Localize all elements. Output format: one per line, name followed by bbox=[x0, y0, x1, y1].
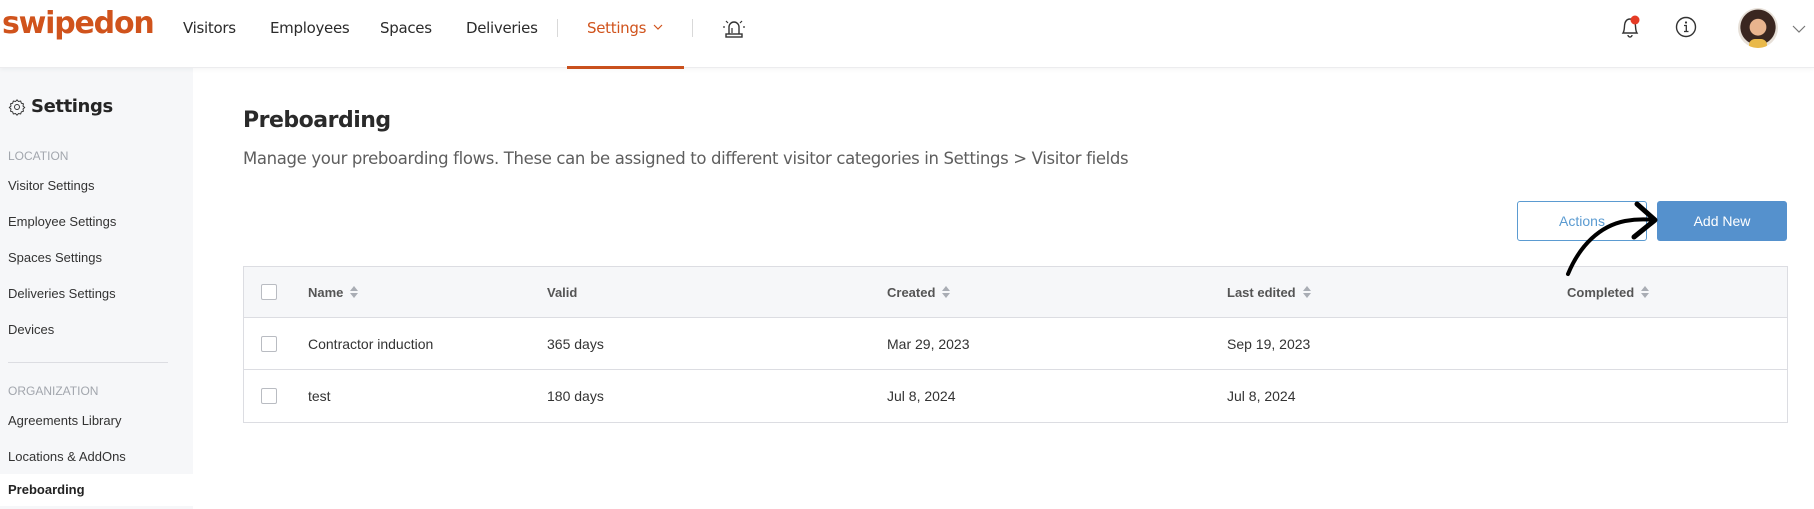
sidebar-item-visitor-settings[interactable]: Visitor Settings bbox=[8, 178, 94, 193]
column-label: Completed bbox=[1567, 284, 1635, 300]
column-label: Created bbox=[887, 284, 936, 300]
page-description: Manage your preboarding flows. These can… bbox=[243, 149, 1129, 168]
row-checkbox[interactable] bbox=[261, 335, 277, 352]
sort-icon[interactable] bbox=[1641, 286, 1650, 298]
cell-valid: 365 days bbox=[547, 335, 604, 352]
cell-name[interactable]: Contractor induction bbox=[308, 318, 433, 369]
cell-created: Jul 8, 2024 bbox=[887, 388, 956, 404]
select-all-checkbox-cell bbox=[261, 267, 277, 317]
sidebar-section-location: LOCATION bbox=[8, 149, 69, 163]
nav-divider bbox=[692, 19, 693, 37]
table-header: Name Valid Created Last edited Completed bbox=[244, 267, 1787, 318]
sidebar-section-organization: ORGANIZATION bbox=[8, 384, 99, 398]
gear-icon bbox=[8, 98, 26, 116]
emergency-alarm-icon[interactable] bbox=[720, 14, 748, 40]
sidebar-title-text: Settings bbox=[31, 96, 113, 117]
settings-sidebar: Settings LOCATION Visitor Settings Emplo… bbox=[0, 68, 193, 509]
column-label: Last edited bbox=[1227, 284, 1296, 300]
column-header-created[interactable]: Created bbox=[887, 267, 951, 317]
sidebar-title: Settings bbox=[8, 96, 113, 117]
sidebar-divider bbox=[8, 362, 168, 363]
cell-created: Mar 29, 2023 bbox=[887, 335, 970, 352]
table-row[interactable]: test 180 days Jul 8, 2024 Jul 8, 2024 bbox=[244, 370, 1787, 422]
column-header-name[interactable]: Name bbox=[308, 267, 359, 317]
nav-divider bbox=[557, 19, 558, 37]
sort-icon[interactable] bbox=[1302, 286, 1311, 298]
row-checkbox[interactable] bbox=[261, 388, 277, 404]
active-tab-indicator bbox=[567, 66, 684, 69]
cell-last-edited: Sep 19, 2023 bbox=[1227, 335, 1311, 352]
nav-employees[interactable]: Employees bbox=[270, 19, 350, 37]
column-label: Name bbox=[308, 284, 344, 300]
user-avatar[interactable] bbox=[1738, 8, 1778, 48]
column-header-last-edited[interactable]: Last edited bbox=[1227, 267, 1311, 317]
sort-icon[interactable] bbox=[350, 286, 359, 298]
nav-deliveries[interactable]: Deliveries bbox=[466, 19, 538, 37]
column-header-completed[interactable]: Completed bbox=[1567, 267, 1650, 317]
row-checkbox-cell bbox=[261, 370, 277, 422]
actions-button[interactable]: Actions bbox=[1517, 201, 1647, 241]
annotation-arrow-icon bbox=[1566, 201, 1658, 276]
nav-settings[interactable]: Settings bbox=[587, 19, 646, 37]
add-new-button[interactable]: Add New bbox=[1657, 201, 1787, 241]
table-row[interactable]: Contractor induction 365 days Mar 29, 20… bbox=[244, 318, 1787, 370]
notification-dot bbox=[1630, 15, 1640, 25]
preboarding-table: Name Valid Created Last edited Completed… bbox=[243, 266, 1788, 423]
sidebar-item-devices[interactable]: Devices bbox=[8, 322, 54, 337]
top-navbar: swipedon Visitors Employees Spaces Deliv… bbox=[0, 0, 1814, 69]
sidebar-item-agreements-library[interactable]: Agreements Library bbox=[8, 413, 121, 428]
column-header-valid: Valid bbox=[547, 267, 577, 317]
info-icon[interactable] bbox=[1675, 16, 1697, 38]
select-all-checkbox[interactable] bbox=[261, 284, 277, 300]
row-checkbox-cell bbox=[261, 318, 277, 369]
cell-valid: 180 days bbox=[547, 388, 604, 404]
column-label: Valid bbox=[547, 284, 578, 300]
chevron-down-icon[interactable] bbox=[1792, 25, 1806, 33]
nav-visitors[interactable]: Visitors bbox=[183, 19, 236, 37]
chevron-down-icon[interactable] bbox=[653, 24, 663, 31]
sidebar-item-locations-addons[interactable]: Locations & AddOns bbox=[8, 449, 126, 464]
nav-spaces[interactable]: Spaces bbox=[380, 19, 432, 37]
cell-name[interactable]: test bbox=[308, 370, 331, 422]
sidebar-item-spaces-settings[interactable]: Spaces Settings bbox=[8, 250, 102, 265]
cell-last-edited: Jul 8, 2024 bbox=[1227, 388, 1296, 404]
sidebar-item-preboarding[interactable]: Preboarding bbox=[0, 474, 193, 506]
swipedon-logo[interactable]: swipedon bbox=[2, 6, 155, 41]
sidebar-item-employee-settings[interactable]: Employee Settings bbox=[8, 214, 116, 229]
page-title: Preboarding bbox=[243, 108, 391, 133]
sort-icon[interactable] bbox=[942, 286, 951, 298]
sidebar-item-deliveries-settings[interactable]: Deliveries Settings bbox=[8, 286, 116, 301]
bell-icon[interactable] bbox=[1618, 14, 1642, 40]
